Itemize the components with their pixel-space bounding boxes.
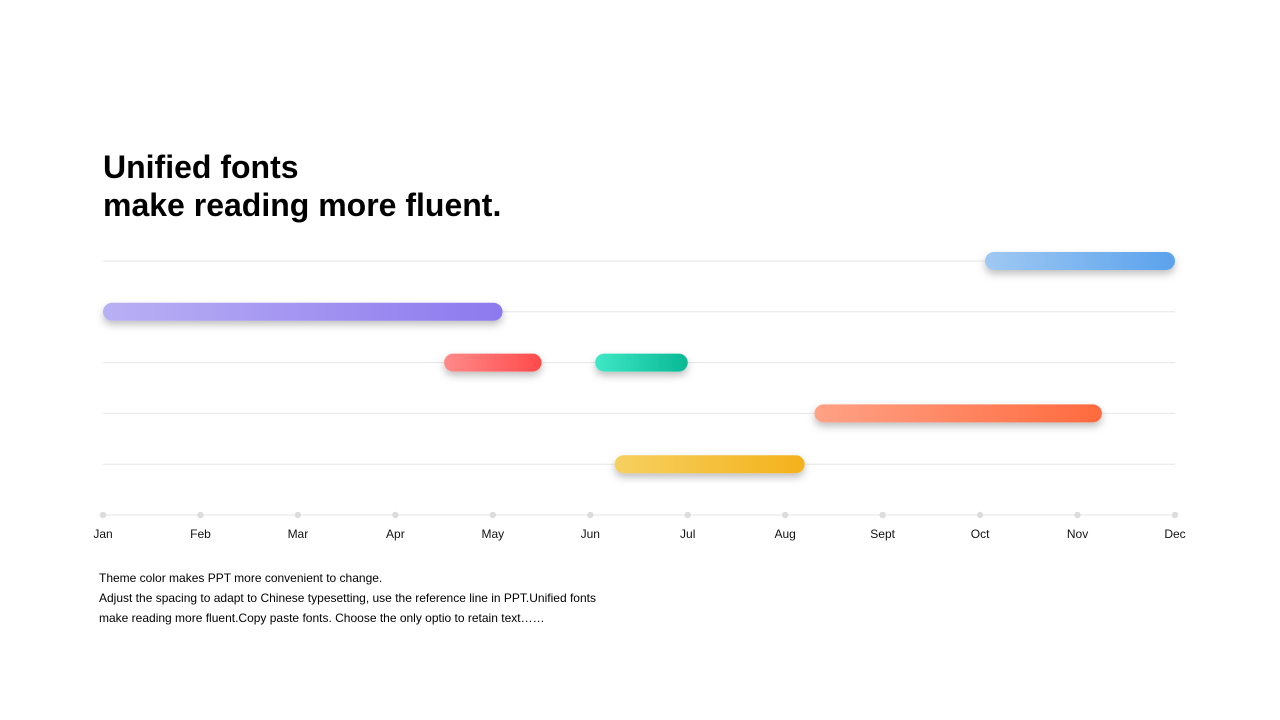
month-label-jan: Jan [93, 527, 112, 541]
month-label-nov: Nov [1067, 527, 1088, 541]
month-label-oct: Oct [971, 527, 990, 541]
month-label-sept: Sept [870, 527, 895, 541]
month-axis: Jan Feb Mar Apr May Jun Jul Aug Sept Oct Nov Dec [93, 511, 1186, 541]
month-tick-dec [1171, 511, 1179, 519]
month-tick-may [489, 511, 497, 519]
month-label-apr: Apr [386, 527, 405, 541]
task-bar-6 [614, 455, 805, 474]
task-bar-3 [444, 353, 542, 372]
month-tick-feb [197, 511, 204, 519]
month-tick-jul [684, 511, 691, 519]
month-tick-aug [781, 511, 789, 519]
description-line-2: Adjust the spacing to adapt to Chinese t… [99, 591, 596, 605]
month-tick-mar [294, 511, 302, 519]
month-tick-jan [99, 511, 107, 519]
month-label-aug: Aug [775, 527, 796, 541]
month-label-may: May [481, 527, 504, 541]
description-line-1: Theme color makes PPT more convenient to… [99, 571, 383, 585]
month-tick-jun [587, 511, 594, 519]
month-label-jun: Jun [581, 527, 600, 541]
month-tick-oct [976, 511, 984, 519]
task-bar-2 [103, 302, 503, 321]
month-tick-apr [392, 511, 399, 519]
description: Theme color makes PPT more convenient to… [99, 568, 659, 628]
month-label-jul: Jul [680, 527, 695, 541]
task-bar-5 [814, 404, 1102, 423]
task-bar-4 [595, 353, 688, 372]
month-tick-sept [879, 511, 886, 519]
month-tick-nov [1074, 511, 1081, 519]
description-line-3: make reading more fluent.Copy paste font… [99, 611, 545, 625]
task-bar-1 [984, 252, 1175, 270]
month-label-mar: Mar [288, 527, 309, 541]
month-label-feb: Feb [190, 527, 211, 541]
month-label-dec: Dec [1164, 527, 1185, 541]
